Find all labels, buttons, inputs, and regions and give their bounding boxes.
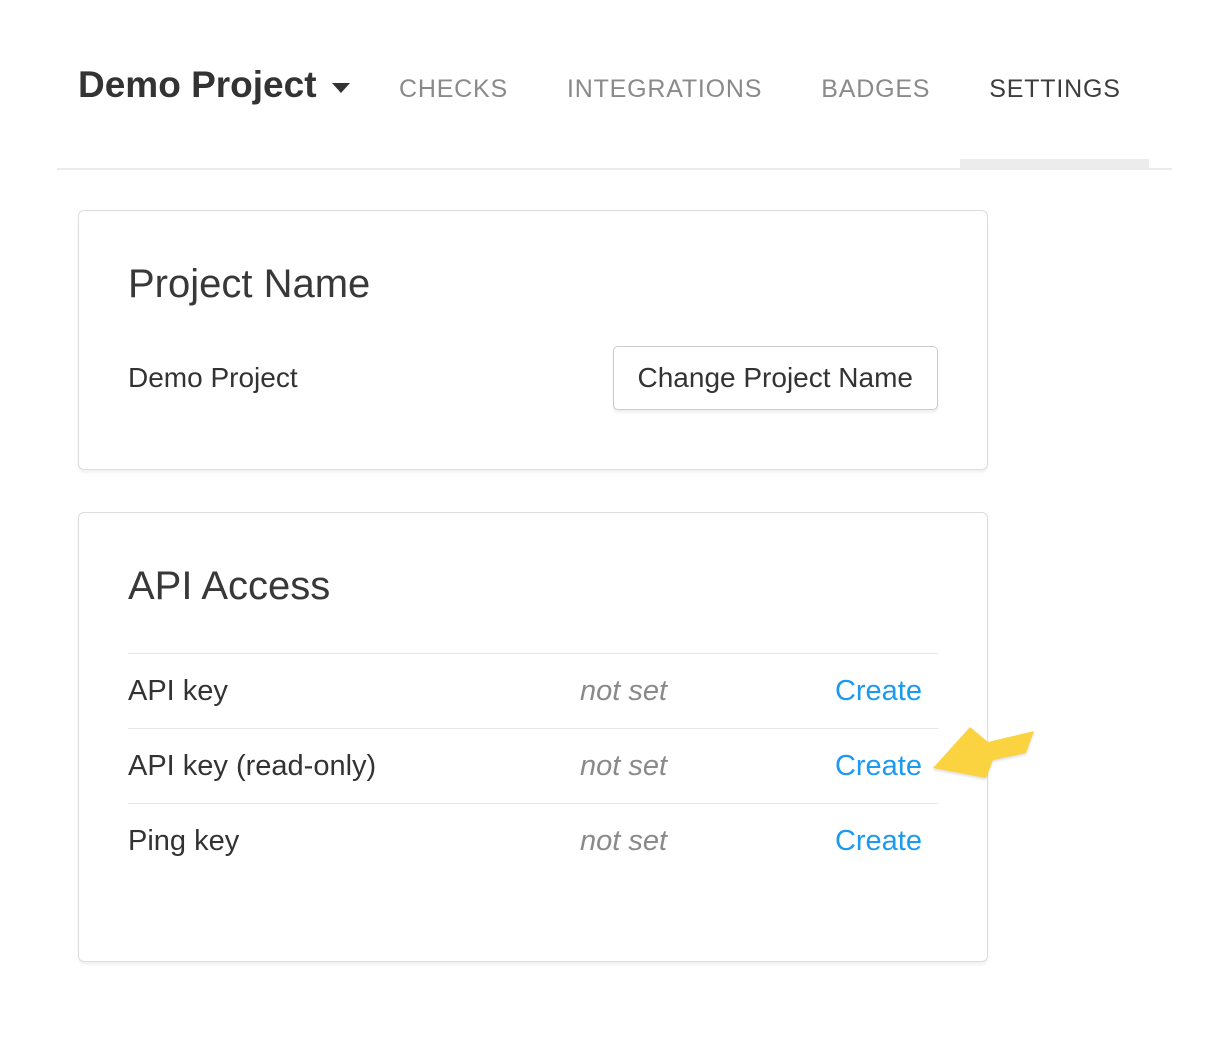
tab-integrations[interactable]: INTEGRATIONS [567,77,762,102]
project-name-value: Demo Project [128,362,298,394]
ping-key-action: Create [835,825,938,858]
project-switcher-label: Demo Project [78,66,317,103]
chevron-down-icon [332,83,350,93]
nav-divider [57,168,1172,170]
api-keys-table: API key not set Create API key (read-onl… [128,653,938,878]
api-access-card: API Access API key not set Create API ke… [78,512,988,962]
table-row-api-key-readonly: API key (read-only) not set Create [128,728,938,803]
api-key-action: Create [835,675,938,708]
api-key-readonly-action: Create [835,750,938,783]
api-key-readonly-label: API key (read-only) [128,750,580,783]
api-key-readonly-value: not set [580,750,835,783]
primary-nav: CHECKS INTEGRATIONS BADGES SETTINGS [399,77,1121,102]
tab-settings[interactable]: SETTINGS [989,77,1120,102]
change-project-name-button[interactable]: Change Project Name [613,346,938,410]
project-name-row: Demo Project Change Project Name [128,346,938,410]
create-ping-key-link[interactable]: Create [835,825,922,857]
api-access-card-title: API Access [128,565,938,608]
project-name-card-title: Project Name [128,263,938,306]
tab-badges[interactable]: BADGES [821,77,930,102]
create-api-key-link[interactable]: Create [835,675,922,707]
ping-key-label: Ping key [128,825,580,858]
table-row-api-key: API key not set Create [128,653,938,728]
table-row-ping-key: Ping key not set Create [128,803,938,878]
project-switcher[interactable]: Demo Project [78,66,350,103]
project-name-card: Project Name Demo Project Change Project… [78,210,988,470]
create-readonly-key-link[interactable]: Create [835,750,922,782]
tab-checks[interactable]: CHECKS [399,77,508,102]
ping-key-value: not set [580,825,835,858]
api-key-value: not set [580,675,835,708]
api-key-label: API key [128,675,580,708]
